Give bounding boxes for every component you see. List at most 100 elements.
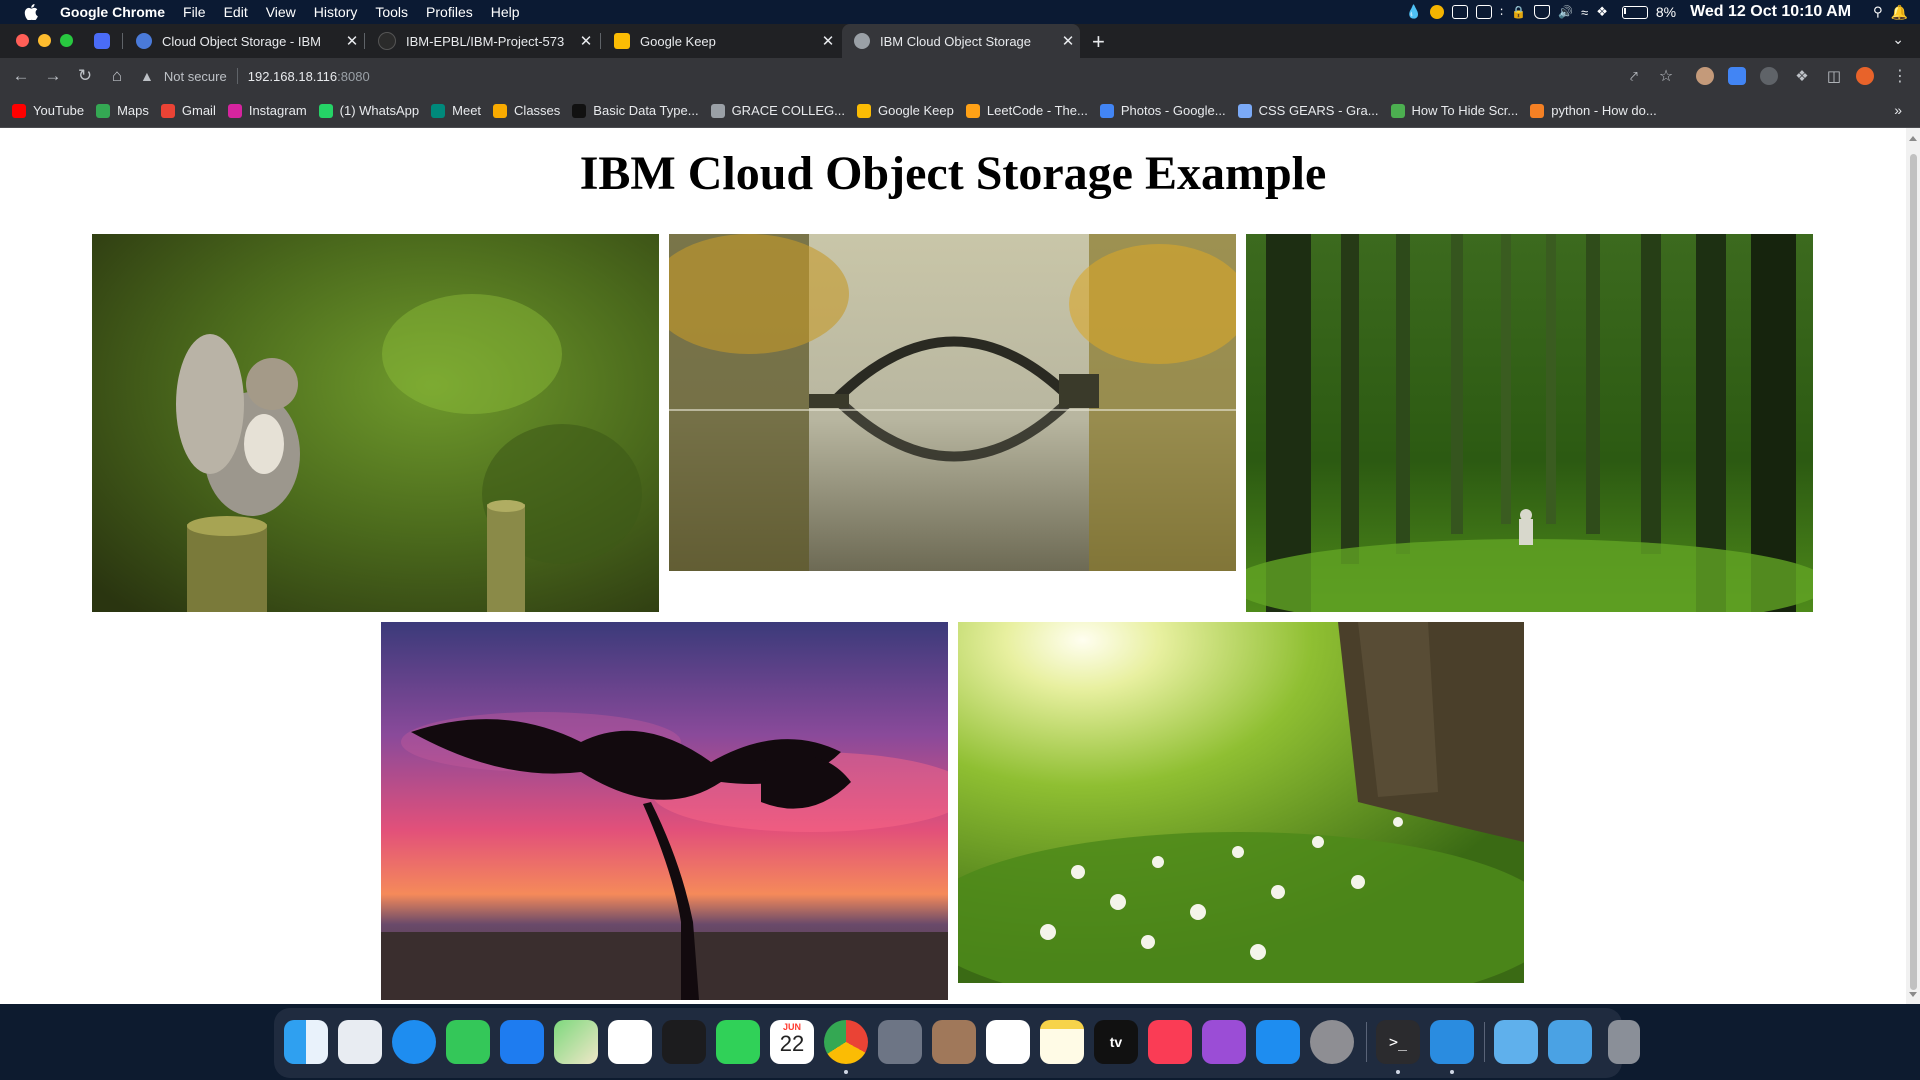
bookmark-gmail[interactable]: Gmail (160, 103, 216, 118)
droplet-icon[interactable]: 💧 (1406, 4, 1422, 20)
bookmark-meet[interactable]: Meet (431, 103, 481, 118)
bookmark-whatsapp[interactable]: (1) WhatsApp (318, 103, 419, 118)
warning-triangle-icon[interactable]: ▲ (140, 68, 154, 84)
back-arrow-icon[interactable]: ← (9, 64, 33, 88)
bookmark-instagram[interactable]: Instagram (227, 103, 307, 118)
security-status[interactable]: Not secure (164, 69, 227, 84)
close-tab-icon[interactable]: ✕ (340, 32, 364, 50)
folder-icon[interactable] (1548, 1020, 1592, 1064)
trash-icon[interactable] (1608, 1020, 1640, 1064)
messages-icon[interactable] (446, 1020, 490, 1064)
system-preferences-icon[interactable] (1310, 1020, 1354, 1064)
home-icon[interactable]: ⌂ (105, 64, 129, 88)
facetime-icon[interactable] (716, 1020, 760, 1064)
vscode-icon[interactable] (1430, 1020, 1474, 1064)
battery-icon[interactable] (1621, 5, 1648, 19)
menu-view[interactable]: View (266, 4, 296, 20)
screen-share-icon[interactable] (1476, 5, 1493, 19)
bookmark-google-keep[interactable]: Google Keep (856, 103, 954, 118)
menu-profiles[interactable]: Profiles (426, 4, 473, 20)
pinned-tab-icon[interactable] (94, 33, 110, 49)
bookmark-classes[interactable]: Classes (493, 103, 560, 118)
close-window-button[interactable] (16, 34, 29, 47)
close-tab-icon[interactable]: ✕ (1056, 32, 1080, 50)
bookmark-star-icon[interactable]: ☆ (1654, 64, 1678, 88)
photos-icon[interactable] (608, 1020, 652, 1064)
menu-edit[interactable]: Edit (224, 4, 248, 20)
bookmark-leetcode[interactable]: LeetCode - The... (965, 103, 1088, 118)
close-tab-icon[interactable]: ✕ (816, 32, 840, 50)
lock-icon[interactable]: 🔒 (1511, 5, 1526, 19)
app-store-icon[interactable] (1256, 1020, 1300, 1064)
finder-icon[interactable] (284, 1020, 328, 1064)
mail-icon[interactable] (500, 1020, 544, 1064)
podcasts-icon[interactable] (1202, 1020, 1246, 1064)
tab-ibm-cloud-object-storage-active[interactable]: IBM Cloud Object Storage ✕ (842, 24, 1080, 58)
menu-tools[interactable]: Tools (375, 4, 408, 20)
terminal-icon[interactable]: >_ (1376, 1020, 1420, 1064)
bookmark-maps[interactable]: Maps (96, 103, 149, 118)
scroll-down-arrow-icon[interactable] (1909, 992, 1917, 997)
status-dot-icon[interactable] (1430, 5, 1445, 19)
downloads-folder-icon[interactable] (1494, 1020, 1538, 1064)
forward-arrow-icon[interactable]: → (41, 64, 65, 88)
bluetooth-icon[interactable]: ❖ (1596, 4, 1608, 20)
url-host[interactable]: 192.168.18.116 (248, 69, 337, 84)
profile-extension-icon[interactable] (1856, 67, 1874, 85)
bookmark-grace-college[interactable]: GRACE COLLEG... (710, 103, 845, 118)
extensions-puzzle-icon[interactable]: ❖ (1790, 64, 1814, 88)
tab-search-chevron-icon[interactable]: ⌄ (1892, 31, 1904, 48)
calendar-icon[interactable]: JUN 22 (770, 1020, 814, 1064)
menu-help[interactable]: Help (491, 4, 520, 20)
profile-avatar-extension-icon[interactable] (1696, 67, 1714, 85)
bookmark-basic-data-types[interactable]: Basic Data Type... (572, 103, 699, 118)
bookmark-how-to-hide-scrollbar[interactable]: How To Hide Scr... (1390, 103, 1518, 118)
disk-utility-icon[interactable] (878, 1020, 922, 1064)
spotlight-icon[interactable]: ⚲ (1873, 4, 1883, 20)
tab-cloud-object-storage-ibm[interactable]: Cloud Object Storage - IBM ✕ (124, 24, 364, 58)
launchpad-icon[interactable] (338, 1020, 382, 1064)
address-bar[interactable]: ▲ Not secure 192.168.18.116:8080 (140, 62, 1640, 90)
wifi-icon[interactable]: ≈ (1581, 5, 1588, 20)
scrollbar-thumb[interactable] (1910, 154, 1917, 990)
url-port[interactable]: :8080 (337, 69, 370, 84)
contacts-icon[interactable] (932, 1020, 976, 1064)
minimize-window-button[interactable] (38, 34, 51, 47)
voice-memos-icon[interactable] (662, 1020, 706, 1064)
translate-extension-icon[interactable] (1728, 67, 1746, 85)
maps-icon[interactable] (554, 1020, 598, 1064)
music-icon[interactable] (1148, 1020, 1192, 1064)
new-tab-button[interactable]: + (1092, 29, 1105, 55)
blocker-extension-icon[interactable] (1760, 67, 1778, 85)
notification-bell-icon[interactable]: 🔔 (1891, 4, 1908, 21)
scroll-up-arrow-icon[interactable] (1909, 136, 1917, 141)
zoom-window-button[interactable] (60, 34, 73, 47)
menu-file[interactable]: File (183, 4, 206, 20)
tab-google-keep[interactable]: Google Keep ✕ (602, 24, 840, 58)
tab-ibm-epbl-project[interactable]: IBM-EPBL/IBM-Project-573 ✕ (366, 24, 598, 58)
chrome-icon[interactable] (824, 1020, 868, 1064)
page-scrollbar[interactable] (1906, 128, 1920, 1004)
mug-icon[interactable] (1534, 5, 1551, 19)
bookmark-youtube[interactable]: YouTube (12, 103, 84, 118)
safari-icon[interactable] (392, 1020, 436, 1064)
close-tab-icon[interactable]: ✕ (574, 32, 598, 50)
share-dots-icon[interactable]: ∶ (1500, 5, 1503, 19)
menu-history[interactable]: History (314, 4, 358, 20)
bookmark-python-stackoverflow[interactable]: python - How do... (1530, 103, 1657, 118)
bookmark-google-photos[interactable]: Photos - Google... (1099, 103, 1226, 118)
apple-tv-icon[interactable]: tv (1094, 1020, 1138, 1064)
bookmark-css-gears[interactable]: CSS GEARS - Gra... (1237, 103, 1379, 118)
menu-clock[interactable]: Wed 12 Oct 10:10 AM (1690, 3, 1851, 21)
clipboard-icon[interactable] (1452, 5, 1469, 19)
volume-icon[interactable]: 🔊 (1558, 5, 1573, 19)
share-icon[interactable]: ⤤ (1622, 64, 1646, 88)
notes-icon[interactable] (1040, 1020, 1084, 1064)
side-panel-icon[interactable]: ◫ (1822, 64, 1846, 88)
reminders-icon[interactable] (986, 1020, 1030, 1064)
menu-app-name[interactable]: Google Chrome (60, 4, 165, 20)
apple-menu-icon[interactable] (20, 3, 42, 21)
chrome-menu-icon[interactable]: ⋮ (1888, 64, 1912, 88)
reload-icon[interactable]: ↻ (73, 64, 97, 88)
bookmarks-overflow-chevron-icon[interactable]: » (1894, 102, 1902, 118)
